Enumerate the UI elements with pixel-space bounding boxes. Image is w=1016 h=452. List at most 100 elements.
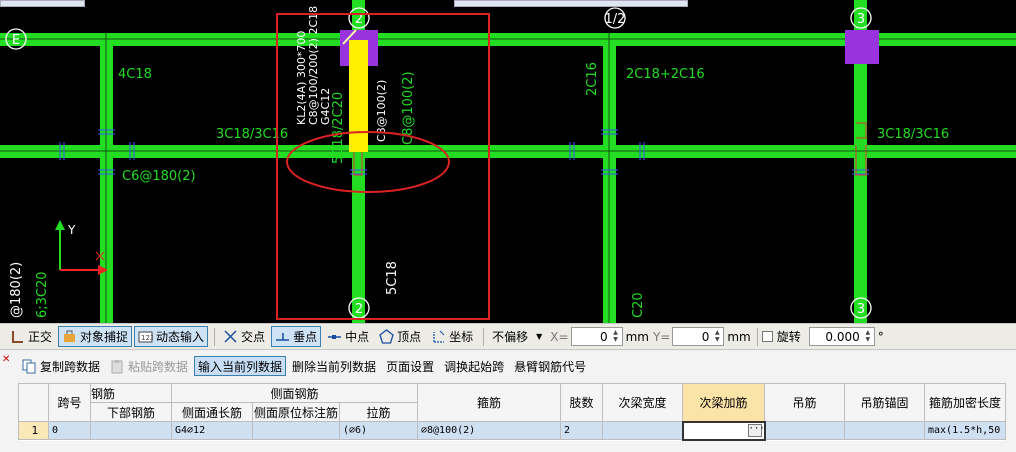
delete-column-button[interactable]: 删除当前列数据 <box>288 356 380 376</box>
label-5c18-2c20: 5C18/2C20 <box>331 92 346 164</box>
intersect-icon <box>224 330 237 343</box>
snap-intersect[interactable]: 交点 <box>219 326 269 347</box>
degree-label: ° <box>877 329 884 344</box>
input-column-button[interactable]: 输入当前列数据 <box>194 356 287 376</box>
coord-icon <box>433 330 445 343</box>
dyninput-toggle[interactable]: 123 动态输入 <box>134 326 209 347</box>
cantilever-code-label: 悬臂钢筋代号 <box>514 359 587 374</box>
input-column-label: 输入当前列数据 <box>198 359 283 374</box>
paste-span-button[interactable]: 粘贴跨数据 <box>106 356 192 376</box>
swap-start-button[interactable]: 调换起始跨 <box>440 356 508 376</box>
page-setup-button[interactable]: 页面设置 <box>382 356 438 376</box>
close-icon[interactable]: ✕ <box>2 355 12 365</box>
y-input[interactable]: 0 ▲ ▼ <box>672 327 725 346</box>
cell-legs[interactable]: 2 <box>560 421 603 440</box>
paste-icon <box>111 359 123 373</box>
header-span[interactable]: 跨号 <box>48 383 91 422</box>
perp-icon <box>276 333 290 341</box>
cad-drawing[interactable]: E 2 1/2 3 2 3 4C18 3C18/3C16 C6@180(2) 2… <box>0 0 1016 323</box>
snap-toolbar: 正交 对象捕捉 123 动态输入 交点 垂点 中点 顶点 坐标 不偏移 ▼ X=… <box>0 323 1016 350</box>
ortho-icon <box>12 331 23 343</box>
header-dense-length[interactable]: 箍筋加密长度 <box>924 383 1006 422</box>
header-side-orig[interactable]: 侧面原位标注筋 <box>252 402 340 422</box>
label-2c18-2c16: 2C18+2C16 <box>626 67 705 82</box>
cell-secondary-add[interactable]: ··· <box>681 420 766 441</box>
cell-dense-length[interactable]: max(1.5*h,50 <box>924 421 1006 440</box>
x-unit: mm <box>625 329 649 344</box>
ellipsis-button[interactable]: ··· <box>747 423 765 437</box>
y-label: Y= <box>652 329 671 344</box>
table-row[interactable]: 1 0 G4⌀12 (⌀6) ⌀8@100(2) 2 ··· max(1.5*h… <box>18 420 1006 441</box>
drawing-canvas[interactable]: E 2 1/2 3 2 3 4C18 3C18/3C16 C6@180(2) 2… <box>0 0 1016 323</box>
header-side-long[interactable]: 侧面通长筋 <box>171 402 253 422</box>
header-secondary-add[interactable]: 次梁加筋 <box>682 383 765 422</box>
y-spinner[interactable]: ▲ ▼ <box>712 329 722 344</box>
label-2c16: 2C16 <box>585 62 600 96</box>
selected-beam[interactable] <box>349 40 368 152</box>
row-number[interactable]: 1 <box>18 421 49 440</box>
axis-label-2-bottom: 2 <box>355 302 363 317</box>
header-legs[interactable]: 肢数 <box>560 383 603 422</box>
perp-label: 垂点 <box>293 330 318 344</box>
column-2[interactable] <box>845 30 879 64</box>
header-bottom-rebar[interactable]: 下部钢筋 <box>90 402 172 422</box>
chevron-down-icon: ▼ <box>536 332 543 341</box>
rotate-checkbox[interactable] <box>761 331 773 342</box>
separator <box>483 327 485 346</box>
rotate-value: 0.000 <box>825 329 860 344</box>
page-setup-label: 页面设置 <box>386 359 435 374</box>
cell-secondary-width[interactable] <box>602 421 683 440</box>
cell-tie[interactable]: (⌀6) <box>339 421 418 440</box>
header-tie[interactable]: 拉筋 <box>339 402 418 422</box>
header-side-rebar[interactable]: 侧面钢筋 <box>171 383 418 403</box>
offset-select[interactable]: 不偏移 ▼ <box>488 326 546 347</box>
label-left-edge-2: 6;3C20 <box>35 271 50 318</box>
osnap-icon <box>64 330 76 342</box>
header-rebar[interactable]: 钢筋 <box>90 383 172 403</box>
header-secondary-width[interactable]: 次梁宽度 <box>602 383 683 422</box>
snap-coord[interactable]: 坐标 <box>427 326 477 347</box>
copy-span-label: 复制跨数据 <box>40 359 101 374</box>
dyninput-label: 动态输入 <box>156 330 205 344</box>
snap-perp[interactable]: 垂点 <box>271 326 322 347</box>
ortho-toggle[interactable]: 正交 <box>6 326 56 347</box>
osnap-toggle[interactable]: 对象捕捉 <box>58 326 133 347</box>
rotate-input[interactable]: 0.000 ▲ ▼ <box>808 327 875 346</box>
label-c6-180: C6@180(2) <box>122 169 196 184</box>
x-value: 0 <box>599 329 608 344</box>
rotate-label: 旋转 <box>776 330 801 344</box>
cell-span[interactable]: 0 <box>48 421 91 440</box>
cell-stirrup[interactable]: ⌀8@100(2) <box>417 421 561 440</box>
snap-mid[interactable]: 中点 <box>323 326 373 347</box>
cell-hanger[interactable] <box>764 421 845 440</box>
mid-label: 中点 <box>345 330 370 344</box>
cell-hanger-anchor[interactable] <box>844 421 925 440</box>
y-value: 0 <box>701 329 710 344</box>
label-5c18-bottom: 5C18 <box>385 261 400 295</box>
cell-side-orig[interactable] <box>252 421 340 440</box>
vertex-label: 顶点 <box>397 330 422 344</box>
ortho-label: 正交 <box>28 330 53 344</box>
swap-start-label: 调换起始跨 <box>444 359 505 374</box>
paste-span-label: 粘贴跨数据 <box>128 359 189 374</box>
x-spinner[interactable]: ▲ ▼ <box>611 329 621 344</box>
snap-vertex[interactable]: 顶点 <box>375 326 425 347</box>
intersect-label: 交点 <box>241 330 266 344</box>
coord-label: 坐标 <box>449 330 474 344</box>
copy-span-button[interactable]: 复制跨数据 <box>18 356 104 376</box>
header-hanger[interactable]: 吊筋 <box>764 383 845 422</box>
rotate-spinner[interactable]: ▲ ▼ <box>863 329 873 344</box>
cell-bottom-rebar[interactable] <box>90 421 172 440</box>
mid-icon <box>328 335 342 339</box>
x-input[interactable]: 0 ▲ ▼ <box>570 327 623 346</box>
span-table-panel: ✕ 复制跨数据 粘贴跨数据 输入当前列数据 删除当前列数据 页面设置 调换起始跨… <box>0 351 1016 452</box>
top-window-strip-mid <box>454 0 688 7</box>
header-row-number <box>18 383 49 422</box>
cantilever-code-button[interactable]: 悬臂钢筋代号 <box>510 356 590 376</box>
offset-select-value: 不偏移 <box>492 330 529 344</box>
header-hanger-anchor[interactable]: 吊筋锚固 <box>844 383 925 422</box>
table-toolbar: 复制跨数据 粘贴跨数据 输入当前列数据 删除当前列数据 页面设置 调换起始跨 悬… <box>18 355 592 377</box>
header-stirrup[interactable]: 箍筋 <box>417 383 561 422</box>
label-left-edge-1: @180(2) <box>9 262 24 318</box>
cell-side-long[interactable]: G4⌀12 <box>171 421 253 440</box>
